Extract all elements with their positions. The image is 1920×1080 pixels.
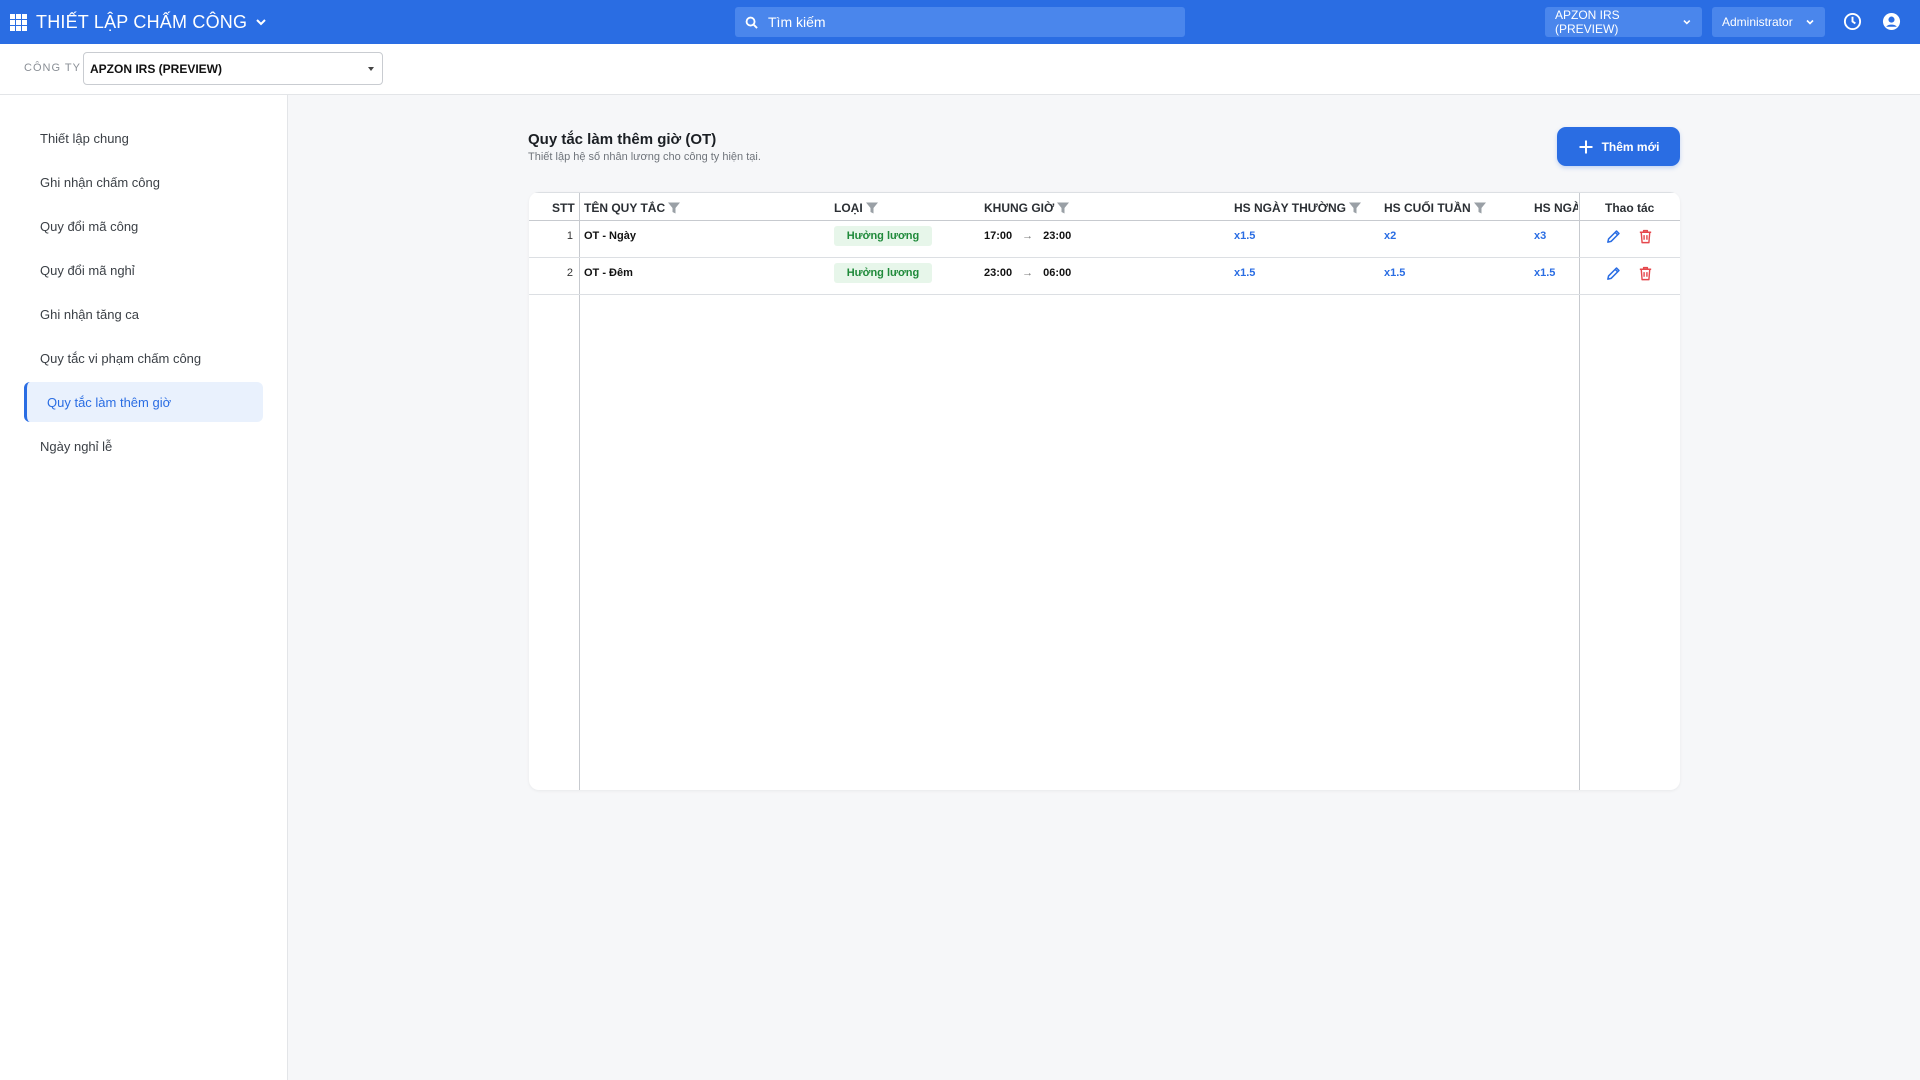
page-title: Quy tắc làm thêm giờ (OT) (528, 131, 717, 148)
cell-weekday-coef: x1.5 (1234, 229, 1256, 242)
cell-time-frame: 23:00 → 06:00 (984, 258, 1071, 287)
cell-rule-name: OT - Đêm (584, 266, 633, 279)
app-title[interactable]: THIẾT LẬP CHẤM CÔNG (36, 12, 247, 33)
sidebar-item-overtime-rules[interactable]: Quy tắc làm thêm giờ (24, 382, 263, 422)
start-time: 17:00 (984, 229, 1013, 242)
company-switcher-label: APZON IRS (PREVIEW) (1555, 8, 1620, 36)
cell-type: Hưởng lương (834, 258, 932, 287)
col-header-holiday-coef[interactable]: HS NGÀ (1534, 193, 1578, 222)
chevron-down-icon[interactable] (253, 14, 269, 30)
cell-type: Hưởng lương (834, 221, 932, 250)
user-name: Administrator (1722, 15, 1793, 29)
cell-weekend-coef: x2 (1384, 229, 1397, 242)
search-input[interactable] (768, 14, 1148, 30)
col-header-time-frame[interactable]: KHUNG GIỜ (984, 193, 1070, 222)
cell-time-frame: 17:00 → 23:00 (984, 221, 1071, 250)
settings-sidebar: Thiết lập chung Ghi nhận chấm công Quy đ… (0, 95, 288, 1080)
filter-icon[interactable] (667, 201, 681, 215)
edit-pencil-icon[interactable] (1605, 265, 1622, 282)
add-new-label: Thêm mới (1601, 139, 1660, 154)
user-menu[interactable]: Administrator (1712, 7, 1825, 37)
arrow-right-icon: → (1022, 229, 1034, 242)
company-select[interactable]: APZON IRS (PREVIEW) (83, 52, 383, 85)
add-new-button[interactable]: Thêm mới (1557, 127, 1680, 166)
global-search[interactable] (735, 7, 1185, 37)
col-header-weekend-coef[interactable]: HS CUỐI TUẦN (1384, 193, 1487, 222)
table-row: 2 OT - Đêm Hưởng lương 23:00 → 06:00 x1.… (529, 258, 1680, 295)
chevron-down-icon (1806, 19, 1814, 25)
trash-icon[interactable] (1637, 228, 1654, 245)
type-badge: Hưởng lương (834, 262, 932, 283)
end-time: 06:00 (1043, 266, 1072, 279)
search-icon (745, 16, 758, 29)
sidebar-item-overtime-record[interactable]: Ghi nhận tăng ca (24, 294, 263, 334)
col-header-name[interactable]: TÊN QUY TẮC (584, 193, 681, 222)
arrow-right-icon: → (1022, 266, 1034, 279)
page-subtitle: Thiết lập hệ số nhân lương cho công ty h… (528, 151, 761, 163)
table-row: 1 OT - Ngày Hưởng lương 17:00 → 23:00 x1… (529, 221, 1680, 258)
col-header-actions: Thao tác (1605, 200, 1655, 215)
caret-down-icon (368, 66, 374, 71)
company-switcher[interactable]: APZON IRS (PREVIEW) (1545, 7, 1702, 37)
trash-icon[interactable] (1637, 265, 1654, 282)
sidebar-item-violation-rules[interactable]: Quy tắc vi phạm chấm công (24, 338, 263, 378)
company-select-value: APZON IRS (PREVIEW) (90, 61, 223, 76)
clock-icon[interactable] (1843, 12, 1862, 31)
sidebar-item-leave-code-mapping[interactable]: Quy đổi mã nghỉ (24, 250, 263, 290)
edit-pencil-icon[interactable] (1605, 228, 1622, 245)
company-filter-bar: CÔNG TY APZON IRS (PREVIEW) (0, 44, 1920, 95)
end-time: 23:00 (1043, 229, 1072, 242)
col-header-weekday-coef[interactable]: HS NGÀY THƯỜNG (1234, 193, 1362, 222)
filter-icon[interactable] (865, 201, 879, 215)
company-filter-label: CÔNG TY (24, 62, 81, 74)
table-header: STT TÊN QUY TẮC LOẠI KHUNG GIỜ HS NGÀY T… (529, 192, 1680, 221)
cell-holiday-coef: x1.5 (1534, 266, 1556, 279)
apps-grid-icon[interactable] (10, 13, 27, 31)
cell-weekday-coef: x1.5 (1234, 266, 1256, 279)
filter-icon[interactable] (1473, 201, 1487, 215)
filter-icon[interactable] (1348, 201, 1362, 215)
col-header-type[interactable]: LOẠI (834, 193, 879, 222)
sidebar-item-general[interactable]: Thiết lập chung (24, 118, 263, 158)
type-badge: Hưởng lương (834, 225, 932, 246)
sidebar-item-work-code-mapping[interactable]: Quy đổi mã công (24, 206, 263, 246)
plus-icon (1579, 140, 1593, 153)
col-header-stt: STT (552, 200, 575, 215)
cell-rule-name: OT - Ngày (584, 229, 636, 242)
user-circle-icon[interactable] (1882, 12, 1901, 31)
filter-icon[interactable] (1056, 201, 1070, 215)
top-navbar: THIẾT LẬP CHẤM CÔNG APZON IRS (PREVIEW) … (0, 0, 1920, 44)
sidebar-item-attendance-record[interactable]: Ghi nhận chấm công (24, 162, 263, 202)
sidebar-item-holidays[interactable]: Ngày nghỉ lễ (24, 426, 263, 466)
start-time: 23:00 (984, 266, 1013, 279)
ot-rules-table: STT TÊN QUY TẮC LOẠI KHUNG GIỜ HS NGÀY T… (529, 192, 1680, 790)
cell-stt: 1 (566, 229, 573, 242)
chevron-down-icon (1683, 19, 1691, 25)
cell-holiday-coef: x3 (1534, 229, 1547, 242)
app-switcher[interactable]: THIẾT LẬP CHẤM CÔNG (10, 0, 269, 44)
cell-weekend-coef: x1.5 (1384, 266, 1406, 279)
cell-stt: 2 (566, 266, 573, 279)
